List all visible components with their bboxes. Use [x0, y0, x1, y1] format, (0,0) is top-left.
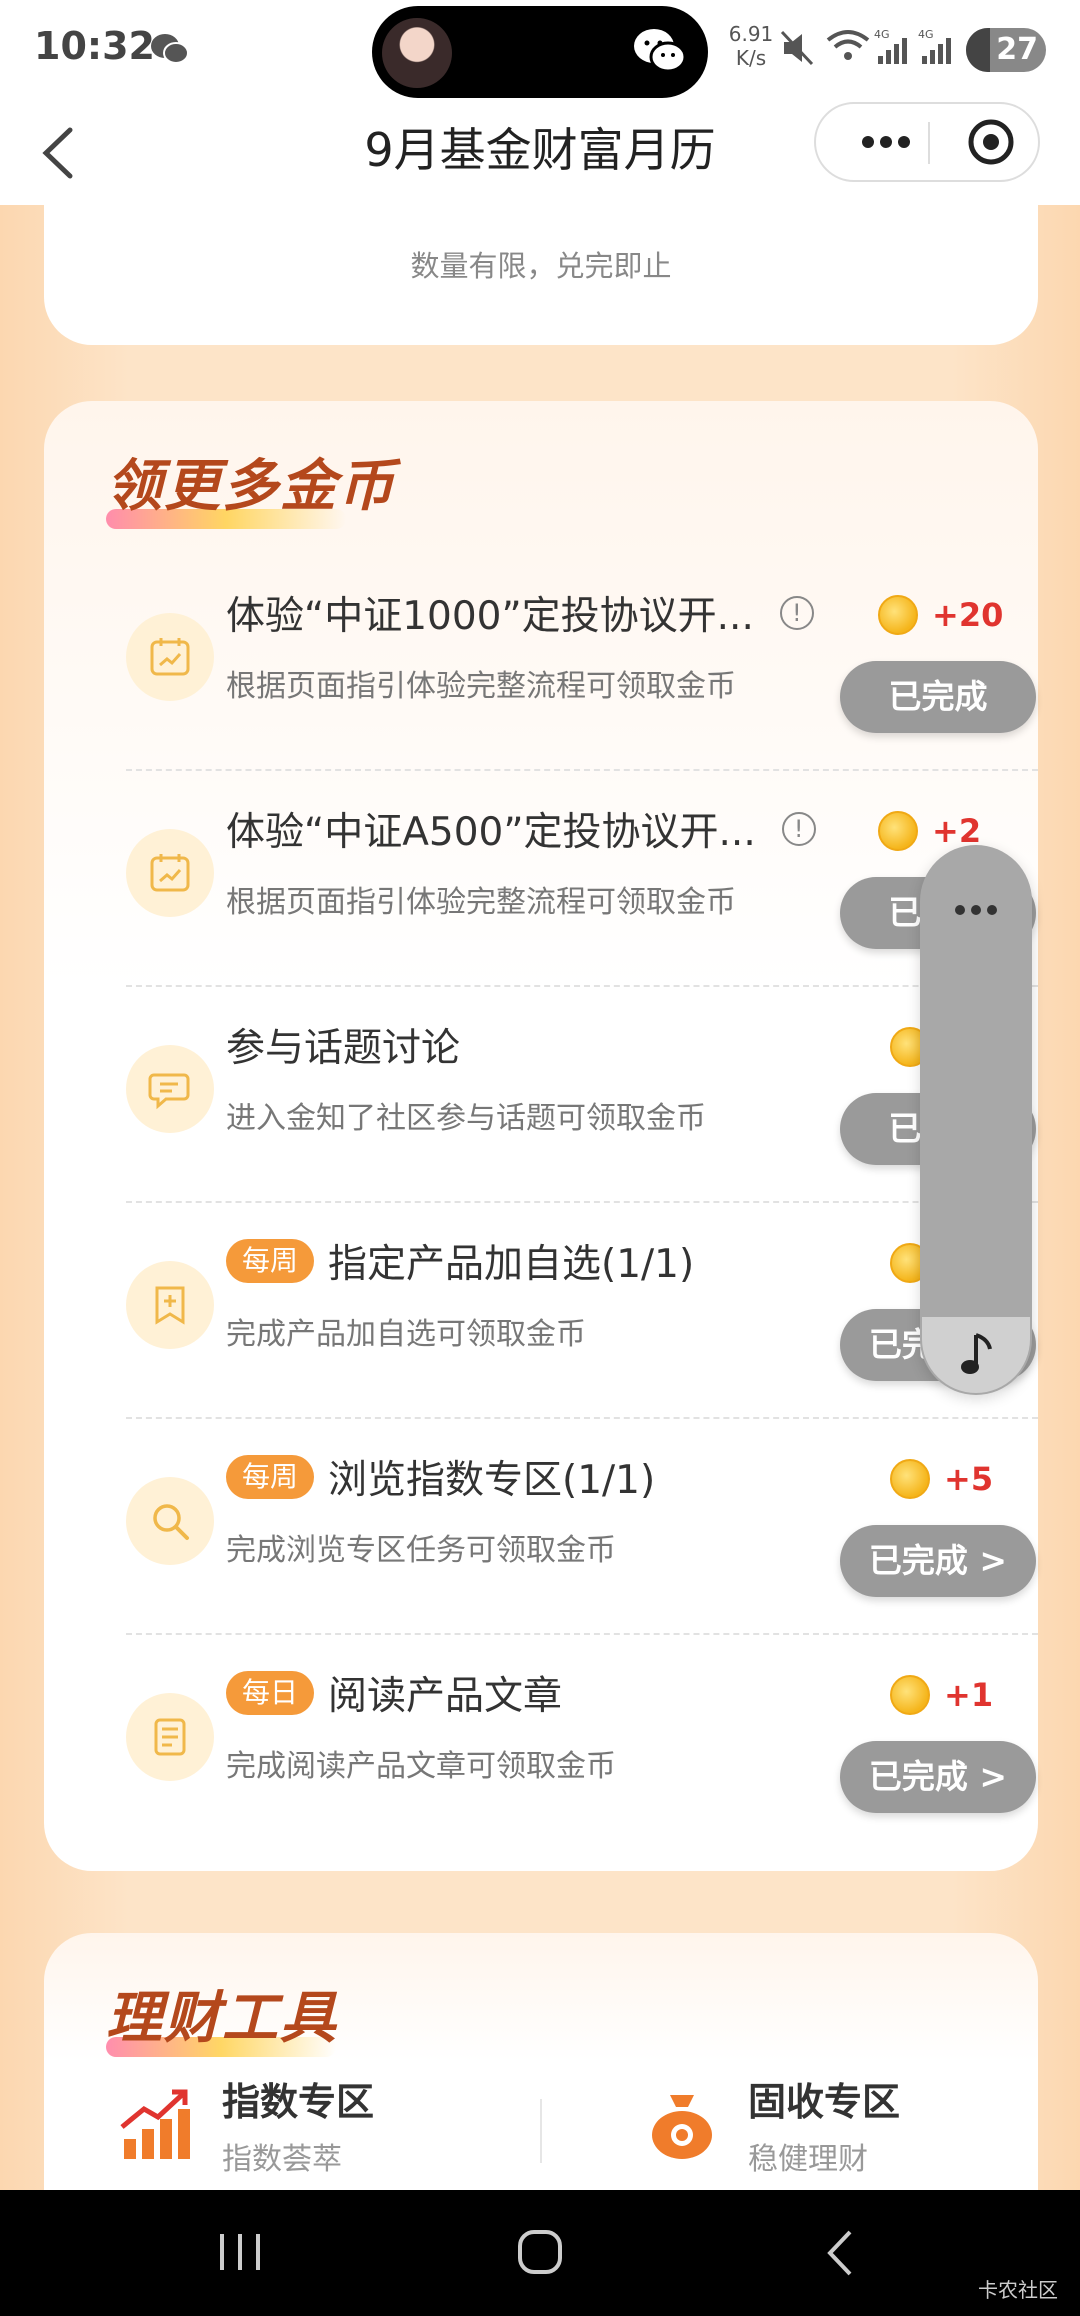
- status-bar: 10:32 6.91 K/s 4G 4G 27: [0, 0, 1080, 100]
- task-title: 阅读产品文章: [328, 1674, 563, 1719]
- avatar: [382, 18, 452, 88]
- coin-icon: [890, 1459, 930, 1499]
- back-nav-icon[interactable]: [780, 2190, 900, 2316]
- task-title-row: 每周 浏览指数专区(1/1): [226, 1449, 655, 1505]
- task-done-button[interactable]: 已完成 >: [840, 1525, 1036, 1597]
- info-icon[interactable]: !: [779, 596, 814, 630]
- svg-text:4G: 4G: [874, 28, 890, 41]
- task-title: 指定产品加自选(1/1): [328, 1242, 695, 1287]
- bookmark-plus-icon: [155, 1286, 185, 1325]
- signal-4g-icon: 4G: [918, 28, 951, 64]
- task-title-row: 参与话题讨论: [226, 1017, 460, 1073]
- watermark: 卡农社区: [978, 2278, 1058, 2302]
- tool-subtitle: 指数荟萃: [222, 2142, 342, 2177]
- wifi-icon: [826, 30, 870, 60]
- search-icon: [153, 1504, 189, 1540]
- limited-notice: 数量有限，兑完即止: [410, 249, 672, 283]
- tool-name: 指数专区: [222, 2080, 375, 2124]
- task-title-row: 体验“中证1000”定投协议开... !: [226, 585, 814, 641]
- chat-bubble-icon: [148, 1073, 190, 1110]
- more-icon[interactable]: [920, 885, 1032, 935]
- task-title: 参与话题讨论: [226, 1026, 461, 1071]
- reward-amount: +1: [944, 1676, 994, 1714]
- tool-fixed-income-zone[interactable]: 固收专区 稳健理财: [644, 2071, 900, 2178]
- home-icon[interactable]: [480, 2190, 600, 2316]
- task-desc: 根据页面指引体验完整流程可领取金币: [226, 885, 736, 920]
- capsule-divider: [928, 122, 930, 164]
- task-reward: +5: [890, 1459, 993, 1499]
- task-reward: +1: [890, 1675, 993, 1715]
- calendar-chart-icon: [150, 854, 190, 892]
- calendar-chart-icon: [150, 638, 190, 676]
- tasks-card: 领更多金币 体验“中证1000”定投协议开... ! 根据页面指引体验完整流程可…: [44, 401, 1038, 1871]
- task-icon-bg: [126, 613, 214, 701]
- mute-icon: [780, 30, 814, 66]
- mini-program-navbar: 9月基金财富月历: [0, 100, 1080, 205]
- frequency-badge: 每周: [226, 1455, 315, 1499]
- task-desc: 完成浏览专区任务可领取金币: [226, 1533, 616, 1568]
- system-navigation-bar: 卡农社区: [0, 2190, 1080, 2316]
- recent-apps-icon[interactable]: [180, 2190, 300, 2316]
- task-icon-bg: [126, 829, 214, 917]
- frequency-badge: 每日: [226, 1671, 315, 1715]
- document-icon: [154, 1718, 186, 1756]
- signal-4g-icon: 4G: [874, 28, 907, 64]
- close-miniprogram-icon[interactable]: [956, 104, 1026, 180]
- capsule-menu: [814, 102, 1040, 182]
- clock: 10:32: [34, 24, 155, 68]
- task-title-row: 每周 指定产品加自选(1/1): [226, 1233, 694, 1289]
- coin-icon: [890, 1675, 930, 1715]
- more-icon[interactable]: [846, 104, 926, 180]
- music-note-icon: [961, 1333, 992, 1374]
- task-reward: +20: [878, 595, 1003, 635]
- task-item: 每周 浏览指数专区(1/1) 完成浏览专区任务可领取金币 +5 已完成 >: [84, 1419, 1038, 1635]
- coin-icon: [878, 595, 918, 635]
- tool-name: 固收专区: [748, 2080, 901, 2124]
- section-title-tasks: 领更多金币: [106, 454, 396, 519]
- task-desc: 进入金知了社区参与话题可领取金币: [226, 1101, 706, 1136]
- net-speed-value: 6.91: [728, 22, 774, 46]
- tool-index-zone[interactable]: 指数专区 指数荟萃: [118, 2071, 374, 2178]
- tool-subtitle: 稳健理财: [748, 2142, 868, 2177]
- task-done-button[interactable]: 已完成 >: [840, 1741, 1036, 1813]
- page-content: 数量有限，兑完即止 领更多金币 体验“中证1000”定投协议开... ! 根据页…: [0, 205, 1080, 2190]
- tool-divider: [540, 2099, 542, 2163]
- dynamic-island: [372, 6, 708, 98]
- wechat-icon: [151, 34, 189, 64]
- reward-amount: +20: [932, 596, 1004, 634]
- frequency-badge: 每周: [226, 1239, 315, 1283]
- task-title: 体验“中证1000”定投协议开...: [226, 594, 754, 639]
- reward-amount: +5: [944, 1460, 994, 1498]
- task-icon-bg: [126, 1477, 214, 1565]
- task-item: 体验“中证1000”定投协议开... ! 根据页面指引体验完整流程可领取金币 +…: [84, 555, 1038, 771]
- task-icon-bg: [126, 1693, 214, 1781]
- task-title-row: 体验“中证A500”定投协议开... !: [226, 801, 816, 857]
- task-item: 体验“中证A500”定投协议开... ! 根据页面指引体验完整流程可领取金币 +…: [84, 771, 1038, 987]
- wechat-icon: [634, 29, 687, 73]
- task-title-row: 每日 阅读产品文章: [226, 1665, 562, 1721]
- task-item: 参与话题讨论 进入金知了社区参与话题可领取金币 + 已完成: [84, 987, 1038, 1203]
- task-done-button[interactable]: 已完成: [840, 661, 1036, 733]
- info-icon[interactable]: !: [781, 812, 816, 846]
- floating-toolbar[interactable]: [920, 845, 1032, 1395]
- money-bag-icon: [652, 2094, 712, 2159]
- bar-chart-up-icon: [120, 2089, 190, 2159]
- task-item: 每周 指定产品加自选(1/1) 完成产品加自选可领取金币 +3 已完成 >: [84, 1203, 1038, 1419]
- section-title-tools: 理财工具: [106, 1986, 338, 2051]
- task-desc: 完成阅读产品文章可领取金币: [226, 1749, 616, 1784]
- battery-indicator: 27: [966, 28, 1046, 72]
- task-icon-bg: [126, 1261, 214, 1349]
- net-speed-unit: K/s: [735, 46, 767, 70]
- task-title: 体验“中证A500”定投协议开...: [226, 810, 756, 855]
- net-speed: 6.91 K/s: [726, 22, 776, 70]
- exchange-card: 数量有限，兑完即止: [44, 205, 1038, 345]
- coin-icon: [878, 811, 918, 851]
- task-icon-bg: [126, 1045, 214, 1133]
- task-desc: 完成产品加自选可领取金币: [226, 1317, 586, 1352]
- task-item: 每日 阅读产品文章 完成阅读产品文章可领取金币 +1 已完成 >: [84, 1635, 1036, 1851]
- tools-card: 理财工具 指数专区 指数荟萃 固收专区 稳健理财: [44, 1933, 1038, 2190]
- svg-text:4G: 4G: [918, 28, 934, 41]
- task-title: 浏览指数专区(1/1): [328, 1458, 656, 1503]
- task-desc: 根据页面指引体验完整流程可领取金币: [226, 669, 736, 704]
